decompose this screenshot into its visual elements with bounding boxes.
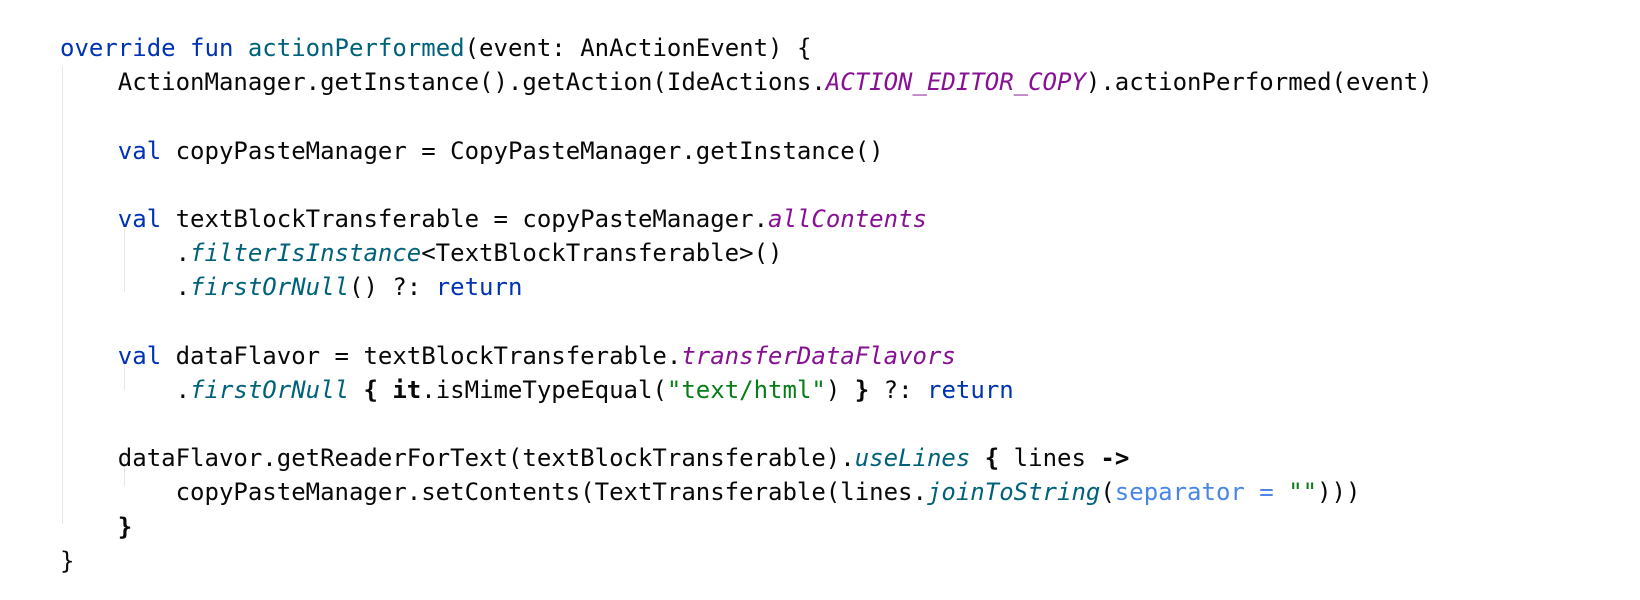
code-token: return <box>927 375 1014 404</box>
code-line[interactable]: ActionManager.getInstance().getAction(Id… <box>60 65 1433 99</box>
code-line[interactable] <box>60 407 1433 441</box>
code-token: { <box>984 444 1000 473</box>
code-token: allContents <box>768 204 927 233</box>
code-token: dataFlavor.getReaderForText(textBlockTra… <box>60 444 855 473</box>
code-token: val <box>117 204 162 233</box>
code-token: filterIsInstance <box>190 239 422 268</box>
code-token: . <box>60 273 191 302</box>
code-token: separator = <box>1114 478 1289 507</box>
code-token: "" <box>1288 478 1318 507</box>
code-token: ActionManager.getInstance().getAction(Id… <box>60 68 826 97</box>
code-token: } <box>60 546 75 575</box>
code-token: ).actionPerformed(event) <box>1085 68 1433 97</box>
code-token: . <box>60 239 191 268</box>
code-line[interactable]: val dataFlavor = textBlockTransferable.t… <box>60 339 1433 373</box>
code-token: copyPasteManager.setContents(TextTransfe… <box>60 478 927 507</box>
code-token: it <box>392 375 422 404</box>
code-token: -> <box>1100 444 1130 473</box>
code-line[interactable] <box>60 99 1433 133</box>
code-editor[interactable]: override fun actionPerformed(event: AnAc… <box>0 0 1640 600</box>
code-line[interactable]: .firstOrNull { it.isMimeTypeEqual("text/… <box>60 373 1433 407</box>
code-token: textBlockTransferable = copyPasteManager… <box>161 204 769 233</box>
code-line[interactable]: } <box>60 510 1433 544</box>
code-token: "text/html" <box>666 375 826 404</box>
code-token: transferDataFlavors <box>681 341 956 370</box>
code-line[interactable]: copyPasteManager.setContents(TextTransfe… <box>60 475 1433 509</box>
code-token: useLines <box>854 444 971 473</box>
code-token: firstOrNull <box>190 375 349 404</box>
code-line[interactable]: val textBlockTransferable = copyPasteMan… <box>60 202 1433 236</box>
code-line[interactable]: val copyPasteManager = CopyPasteManager.… <box>60 134 1433 168</box>
code-token: ) <box>825 375 855 404</box>
code-token: return <box>435 273 523 302</box>
code-token: ACTION_EDITOR_COPY <box>825 68 1086 97</box>
code-token: firstOrNull <box>190 273 349 302</box>
code-token: } <box>854 375 870 404</box>
code-token: fun <box>190 34 234 62</box>
code-line[interactable]: .filterIsInstance<TextBlockTransferable>… <box>60 236 1433 270</box>
code-token: lines <box>999 444 1101 473</box>
code-token: override <box>60 34 176 62</box>
code-token: <TextBlockTransferable>() <box>421 239 783 268</box>
code-line[interactable]: .firstOrNull() ?: return <box>60 270 1433 304</box>
code-token: .isMimeTypeEqual( <box>421 375 667 404</box>
code-token: joinToString <box>926 478 1101 507</box>
code-token: (event: AnActionEvent) { <box>464 34 812 62</box>
code-token: val <box>117 136 162 165</box>
code-token: val <box>117 341 162 370</box>
code-token: dataFlavor = textBlockTransferable. <box>161 341 682 370</box>
code-line[interactable]: } <box>60 544 1433 578</box>
code-token: { <box>363 375 378 404</box>
code-token: ( <box>1100 478 1115 507</box>
code-line[interactable]: dataFlavor.getReaderForText(textBlockTra… <box>60 441 1433 475</box>
code-token: copyPasteManager = CopyPasteManager.getI… <box>161 136 884 165</box>
code-text[interactable]: override fun actionPerformed(event: AnAc… <box>60 31 1433 578</box>
code-token: } <box>117 512 133 541</box>
code-token: . <box>60 375 191 404</box>
code-token: ))) <box>1317 478 1361 507</box>
code-token: ?: <box>869 375 928 404</box>
code-line[interactable] <box>60 168 1433 202</box>
code-token: () ?: <box>349 273 436 302</box>
code-line[interactable]: override fun actionPerformed(event: AnAc… <box>60 31 1433 65</box>
code-token: actionPerformed <box>247 34 465 62</box>
code-line[interactable] <box>60 305 1433 339</box>
